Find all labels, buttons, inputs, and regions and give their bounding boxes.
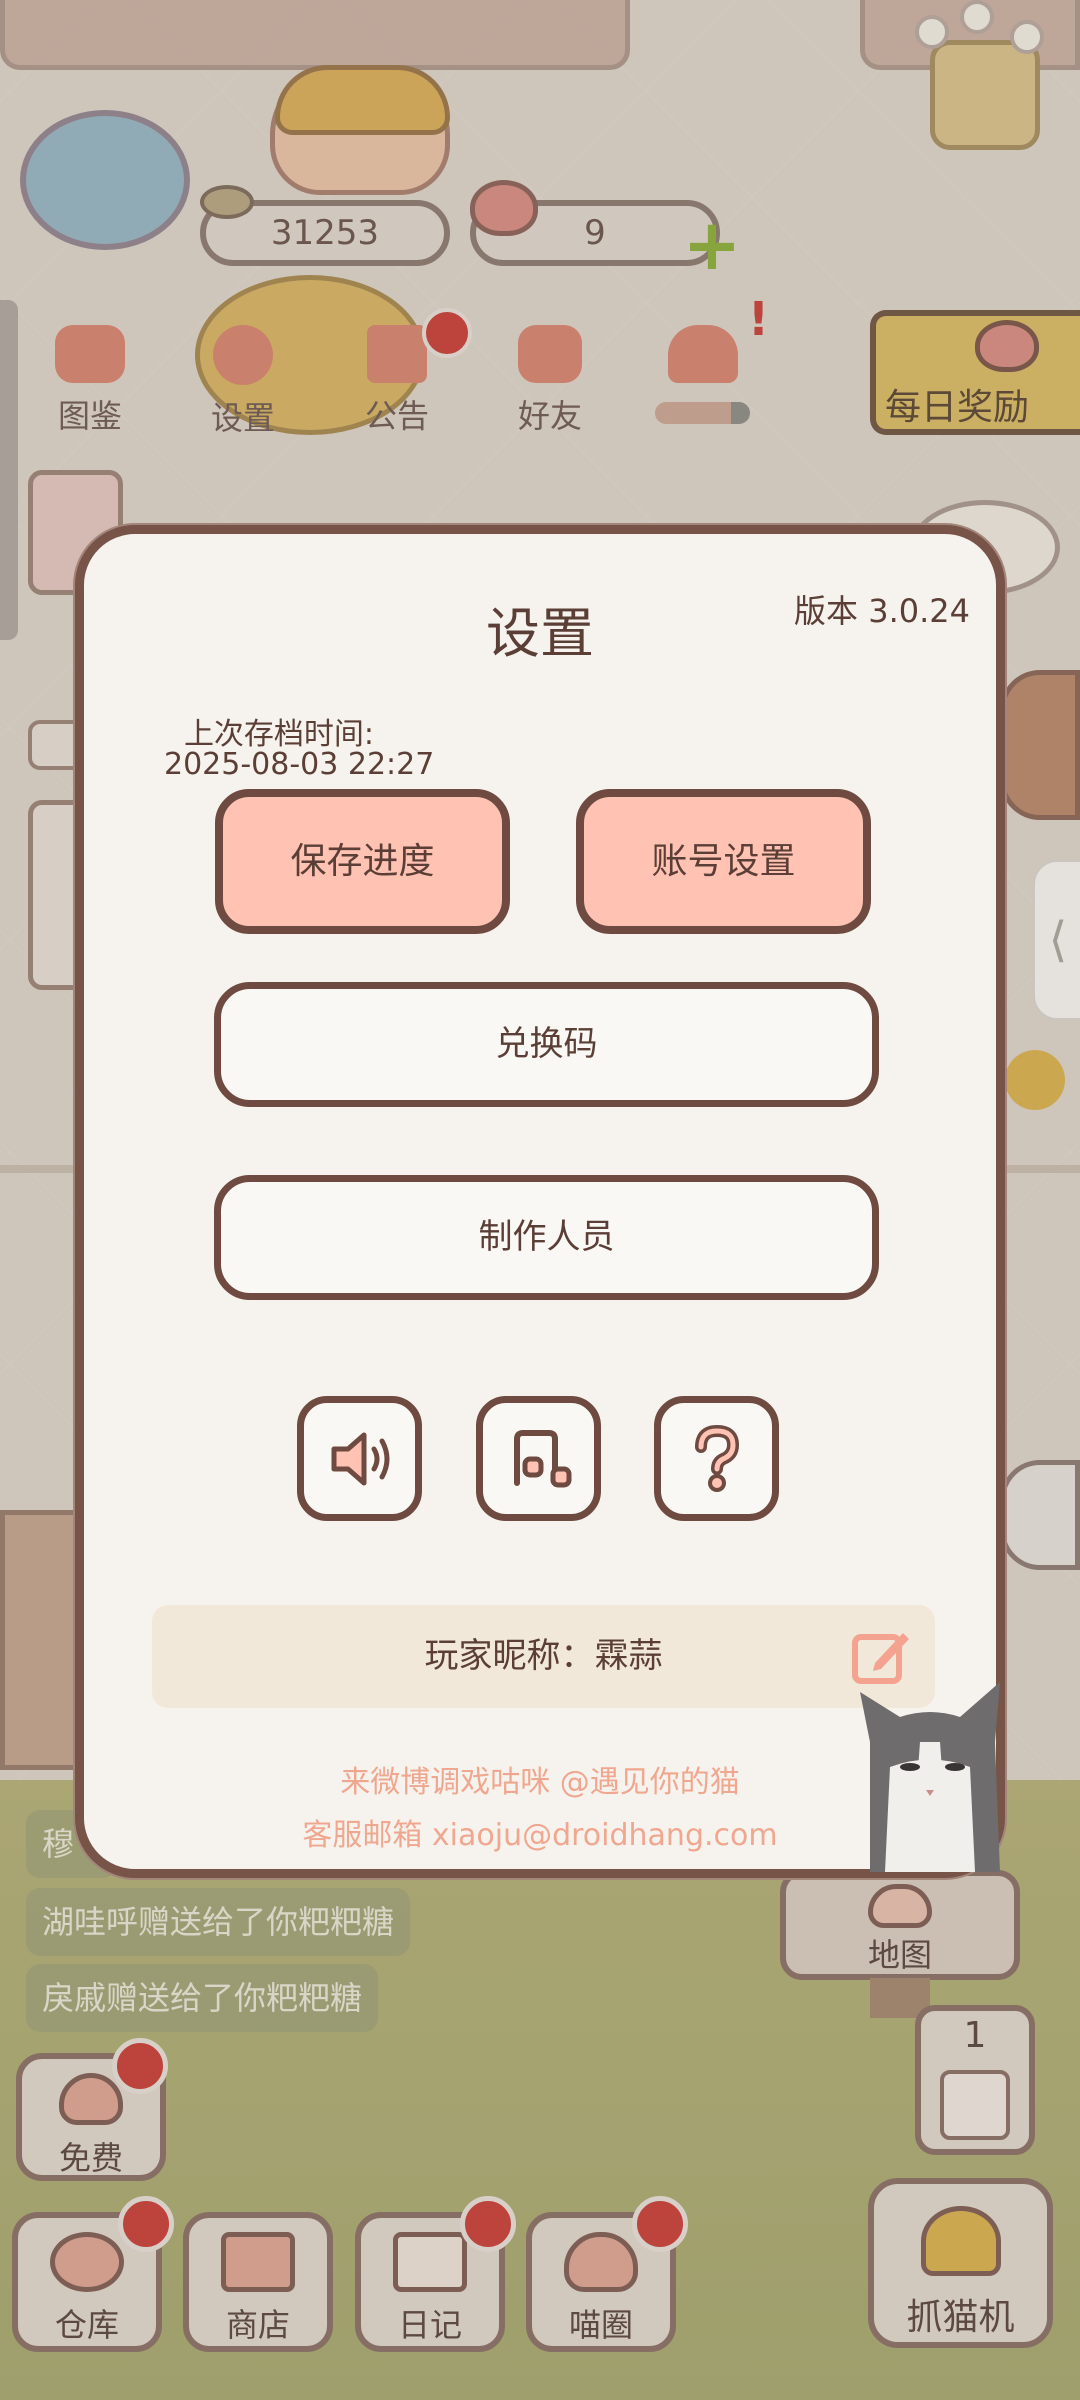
save-progress-button[interactable]: 保存进度: [215, 789, 510, 934]
music-note-icon: [514, 1430, 572, 1488]
help-button[interactable]: [654, 1396, 779, 1521]
speaker-icon: [331, 1432, 390, 1486]
credits-button[interactable]: 制作人员: [214, 1175, 879, 1300]
last-save-time: 2025-08-03 22:27: [164, 747, 435, 782]
version-label: 版本 3.0.24: [794, 592, 970, 630]
redeem-code-button[interactable]: 兑换码: [214, 982, 879, 1107]
account-settings-button[interactable]: 账号设置: [576, 789, 871, 934]
player-nickname: 玩家昵称：霖蒜: [424, 1636, 663, 1676]
sound-toggle-button[interactable]: [297, 1396, 422, 1521]
nickname-bar: 玩家昵称：霖蒜: [152, 1605, 935, 1708]
question-icon: [695, 1424, 740, 1492]
music-toggle-button[interactable]: [476, 1396, 601, 1521]
cat-photo: [860, 1682, 1000, 1872]
